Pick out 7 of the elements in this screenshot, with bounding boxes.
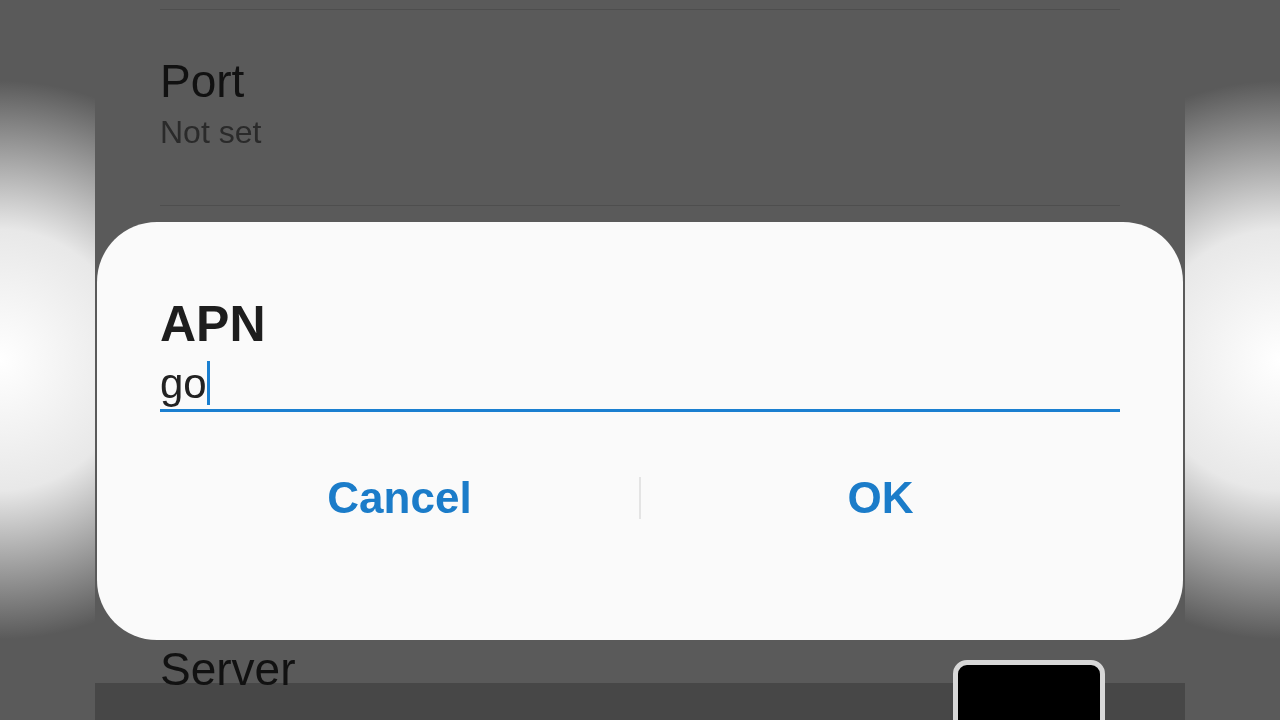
setting-title: Server (160, 642, 296, 696)
dialog-title: APN (160, 295, 266, 354)
input-field[interactable]: go (160, 354, 1120, 412)
text-cursor (206, 361, 210, 405)
dialog-button[interactable]: Cancel (323, 470, 476, 526)
dialog-button[interactable]: OK (843, 470, 918, 526)
setting-title: Port (160, 54, 245, 108)
